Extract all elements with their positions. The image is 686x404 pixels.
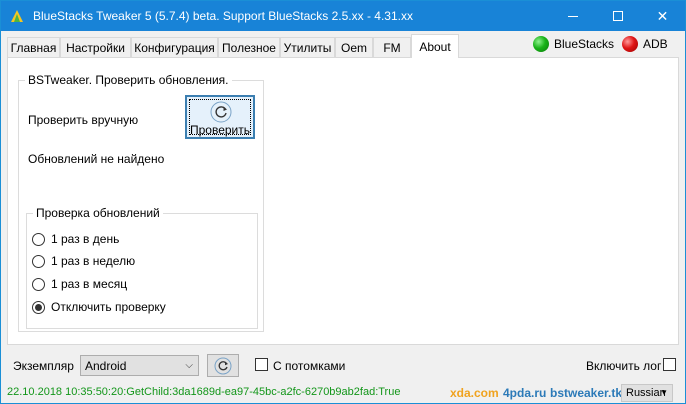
instance-label: Экземпляр: [13, 359, 74, 373]
minimize-icon: [567, 15, 578, 17]
radio-daily-label: 1 раз в день: [51, 232, 120, 246]
refresh-icon: [214, 357, 232, 375]
adb-status-label: ADB: [643, 37, 668, 51]
red-status-icon: [622, 36, 638, 52]
app-logo-icon: [11, 10, 23, 22]
tab-oem[interactable]: Oem: [335, 37, 373, 57]
with-children-label: С потомками: [273, 359, 346, 373]
radio-button[interactable]: [32, 254, 45, 268]
maximize-button[interactable]: [595, 1, 640, 31]
update-schedule-title: Проверка обновлений: [33, 206, 163, 220]
close-icon: ✕: [656, 7, 669, 24]
radio-disable-check-label: Отключить проверку: [51, 300, 166, 314]
status-bar: 22.10.2018 10:35:50:20:GetChild:3da1689d…: [1, 381, 685, 403]
instance-select-value: Android: [85, 359, 127, 373]
radio-disable-check[interactable]: Отключить проверку: [32, 300, 166, 314]
with-children-checkbox[interactable]: [255, 358, 268, 371]
manual-check-label: Проверить вручную: [28, 113, 139, 127]
update-result-text: Обновлений не найдено: [28, 152, 165, 166]
title-bar[interactable]: BlueStacks Tweaker 5 (5.7.4) beta. Suppo…: [1, 1, 685, 31]
radio-monthly[interactable]: 1 раз в месяц: [32, 277, 127, 291]
language-select[interactable]: Russian ▼: [621, 384, 673, 402]
tab-main[interactable]: Главная: [7, 37, 60, 57]
radio-weekly-label: 1 раз в неделю: [51, 254, 136, 268]
window-title: BlueStacks Tweaker 5 (5.7.4) beta. Suppo…: [33, 9, 413, 23]
check-updates-button[interactable]: Проверить: [185, 95, 255, 139]
radio-button[interactable]: [32, 277, 45, 291]
refresh-icon: [210, 101, 232, 123]
caret-down-icon: ▼: [660, 388, 668, 397]
instance-select[interactable]: Android ⌵: [80, 355, 199, 376]
check-updates-label: Проверить: [189, 123, 250, 137]
minimize-button[interactable]: [550, 1, 595, 31]
adb-status: ADB: [622, 36, 668, 52]
update-group-title: BSTweaker. Проверить обновления.: [25, 73, 232, 87]
bstweaker-link[interactable]: bstweaker.tk: [550, 386, 622, 400]
enable-log-label: Включить лог: [586, 359, 662, 373]
xda-link[interactable]: xda.com: [450, 386, 499, 400]
bluestacks-status: BlueStacks: [533, 36, 614, 52]
radio-weekly[interactable]: 1 раз в неделю: [32, 254, 135, 268]
tab-about[interactable]: About: [411, 34, 459, 58]
tab-settings[interactable]: Настройки: [60, 37, 131, 57]
radio-button[interactable]: [32, 232, 45, 246]
green-status-icon: [533, 36, 549, 52]
close-button[interactable]: ✕: [640, 1, 685, 31]
app-window: BlueStacks Tweaker 5 (5.7.4) beta. Suppo…: [0, 0, 686, 404]
radio-monthly-label: 1 раз в месяц: [51, 277, 128, 291]
refresh-instances-button[interactable]: [207, 354, 239, 377]
4pda-link[interactable]: 4pda.ru: [503, 386, 546, 400]
status-message: 22.10.2018 10:35:50:20:GetChild:3da1689d…: [7, 386, 401, 398]
tab-fm[interactable]: FM: [373, 37, 411, 57]
bluestacks-status-label: BlueStacks: [554, 37, 615, 51]
radio-daily[interactable]: 1 раз в день: [32, 232, 119, 246]
tab-utilities[interactable]: Утилиты: [280, 37, 335, 57]
tab-useful[interactable]: Полезное: [218, 37, 280, 57]
enable-log-checkbox[interactable]: [663, 358, 676, 371]
tab-configuration[interactable]: Конфигурация: [131, 37, 218, 57]
chevron-down-icon: ⌵: [185, 360, 193, 371]
maximize-icon: [612, 11, 623, 21]
radio-button-checked[interactable]: [32, 300, 45, 314]
